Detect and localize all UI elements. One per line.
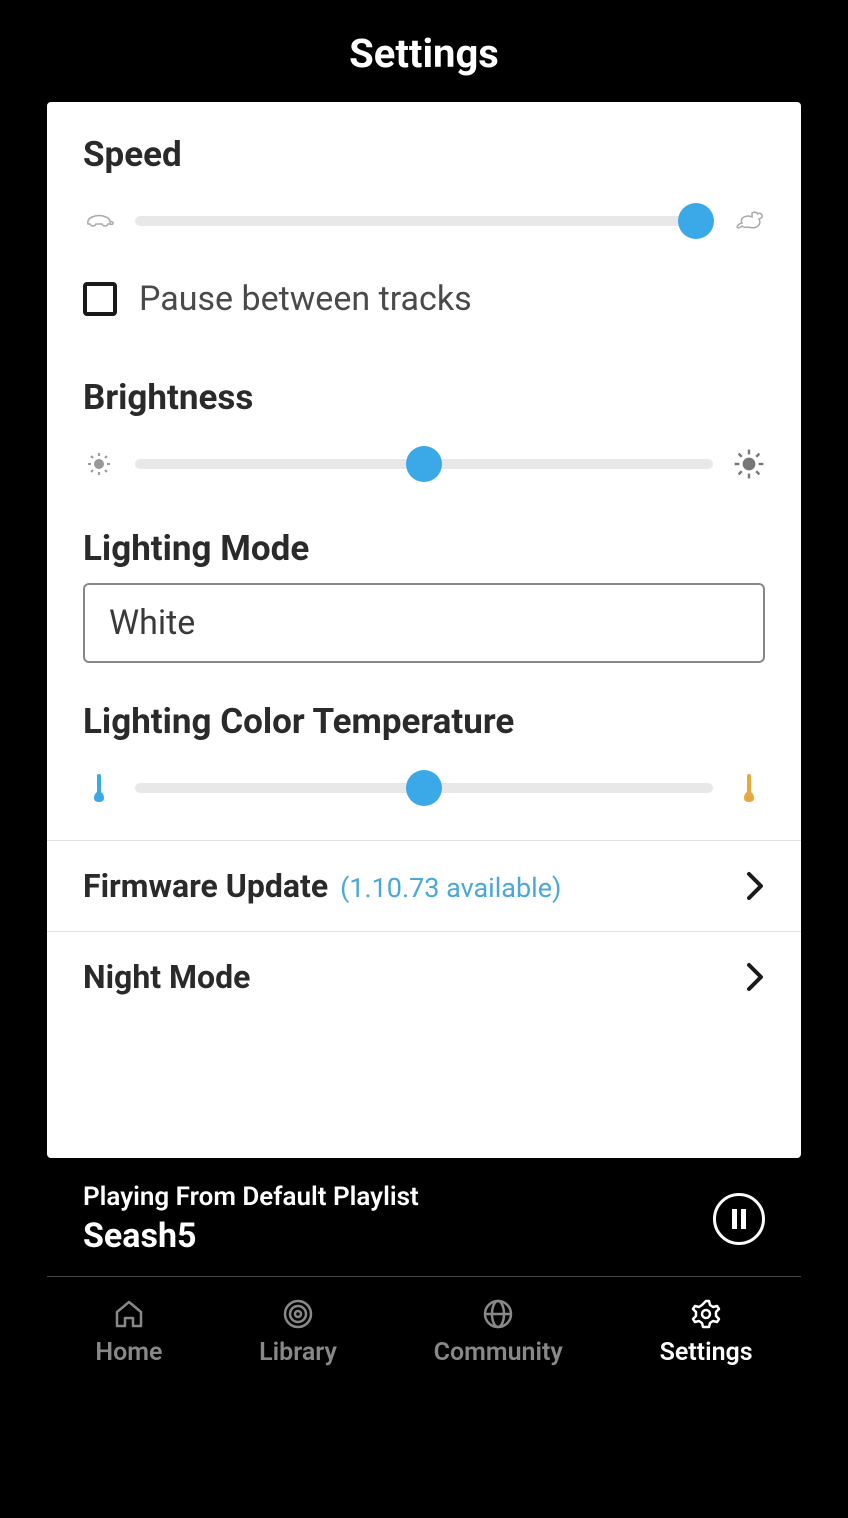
firmware-version: (1.10.73 available)	[340, 872, 561, 904]
tab-settings-label: Settings	[660, 1338, 753, 1367]
tab-home[interactable]: Home	[95, 1296, 162, 1367]
page-title: Settings	[0, 30, 848, 77]
tab-bar: Home Library Community Settings	[47, 1288, 801, 1375]
now-playing-track: Seash5	[83, 1216, 419, 1256]
speed-label: Speed	[83, 134, 765, 175]
tab-community[interactable]: Community	[434, 1296, 563, 1367]
tab-home-label: Home	[95, 1338, 162, 1367]
firmware-update-row[interactable]: Firmware Update (1.10.73 available)	[47, 840, 801, 931]
now-playing-bar[interactable]: Playing From Default Playlist Seash5	[47, 1170, 801, 1277]
lighting-mode-select[interactable]: White	[83, 583, 765, 663]
tab-settings[interactable]: Settings	[660, 1296, 753, 1367]
thermometer-warm-icon	[733, 772, 765, 804]
color-temp-label: Lighting Color Temperature	[83, 701, 765, 742]
now-playing-source: Playing From Default Playlist	[83, 1182, 419, 1212]
library-icon	[280, 1296, 316, 1332]
brightness-high-icon	[733, 448, 765, 480]
tab-library-label: Library	[259, 1338, 337, 1367]
tab-library[interactable]: Library	[259, 1296, 337, 1367]
night-mode-label: Night Mode	[83, 958, 250, 996]
lighting-mode-label: Lighting Mode	[83, 528, 765, 569]
brightness-slider[interactable]	[135, 459, 713, 469]
night-mode-row[interactable]: Night Mode	[47, 931, 801, 1022]
home-icon	[111, 1296, 147, 1332]
pause-between-tracks-row[interactable]: Pause between tracks	[47, 237, 801, 329]
rabbit-icon	[733, 205, 765, 237]
speed-slider[interactable]	[135, 216, 713, 226]
turtle-icon	[83, 205, 115, 237]
pause-button[interactable]	[713, 1193, 765, 1245]
pause-icon	[731, 1209, 747, 1229]
chevron-right-icon	[745, 870, 765, 902]
globe-icon	[480, 1296, 516, 1332]
gear-icon	[688, 1296, 724, 1332]
pause-label: Pause between tracks	[139, 279, 472, 319]
brightness-low-icon	[83, 448, 115, 480]
chevron-right-icon	[745, 961, 765, 993]
brightness-label: Brightness	[83, 377, 765, 418]
pause-checkbox[interactable]	[83, 282, 117, 316]
color-temp-slider[interactable]	[135, 783, 713, 793]
thermometer-cold-icon	[83, 772, 115, 804]
tab-community-label: Community	[434, 1338, 563, 1367]
settings-panel: Speed Pause between tracks Brightness	[47, 102, 801, 1158]
firmware-label: Firmware Update	[83, 867, 328, 905]
